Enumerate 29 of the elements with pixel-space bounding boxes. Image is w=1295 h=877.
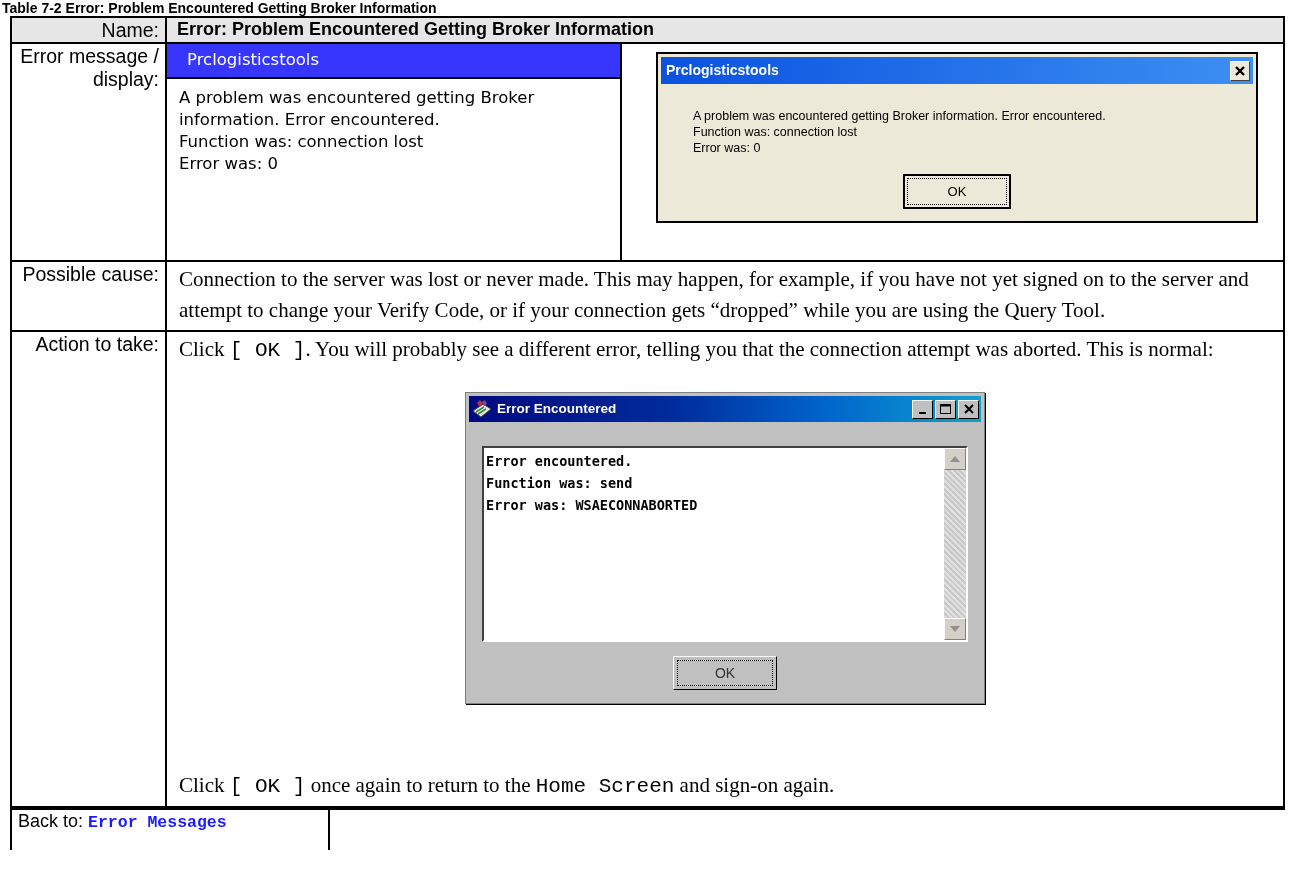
action-text: Click [ OK ]. You will probably see a different error, telling you that the connection attempt was aborted. This is normal: xyxy=(178,336,1215,364)
row-label: Action to take: xyxy=(12,332,167,808)
table-caption: Table 7-2 Error: Problem Encountered Getting Broker Information xyxy=(1,0,438,16)
close-button[interactable] xyxy=(1230,60,1250,81)
action-text: Click [ OK ] once again to return to the Home Screen and sign-on again. xyxy=(178,772,836,800)
mockup-title: Prclogisticstools xyxy=(167,44,620,79)
dialog-title: Error Encountered xyxy=(497,399,618,418)
dialog-title: Prclogisticstools xyxy=(666,61,779,80)
scrollbar[interactable] xyxy=(944,448,966,640)
ok-button[interactable]: OK xyxy=(903,174,1011,209)
app-icon xyxy=(471,399,493,419)
close-icon xyxy=(1235,65,1245,76)
close-button[interactable] xyxy=(958,399,979,419)
row-label: Name: xyxy=(12,18,167,44)
error-text: Error encountered. Function was: send Error was: WSAECONNABORTED xyxy=(485,452,699,515)
row-label: Possible cause: xyxy=(12,262,167,332)
minimize-icon xyxy=(919,412,926,414)
cause-text: Connection to the server was lost or never made. This may happen, for example, if you have not yet signed on to the server and attempt to change your Verify Code, or if your connection gets “dropped” while you are using the Query Tool. xyxy=(178,266,1250,324)
mockup-message: A problem was encountered getting Broker information. Error encountered. Function was: connection lost Error was: 0 xyxy=(178,86,536,175)
close-icon xyxy=(963,404,974,414)
dialog-message: A problem was encountered getting Broker information. Error encountered. Function was: connection lost Error was: 0 xyxy=(692,108,1107,156)
minimize-button[interactable] xyxy=(912,399,933,419)
maximize-button[interactable] xyxy=(935,399,956,419)
error-messages-link[interactable]: Error Messages xyxy=(88,813,227,832)
error-name: Error: Problem Encountered Getting Broker Information xyxy=(176,18,656,40)
back-label: Back to: xyxy=(18,811,85,831)
row-label: Error message / display: xyxy=(12,44,167,262)
maximize-icon xyxy=(940,404,951,414)
ok-button[interactable]: OK xyxy=(673,656,777,690)
